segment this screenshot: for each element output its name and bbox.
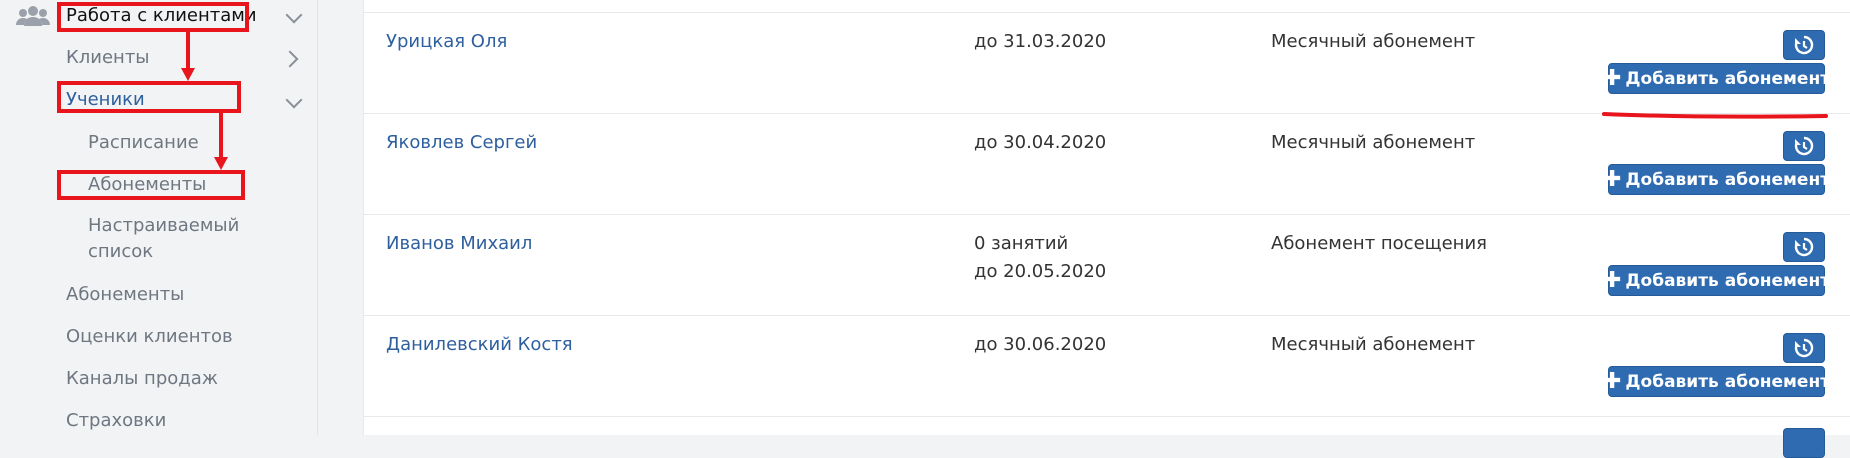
annotation-box-clients-work — [57, 2, 249, 32]
validity-line: до 30.04.2020 — [974, 132, 1107, 153]
sidebar-item-clients[interactable]: Клиенты — [66, 47, 150, 68]
annotation-box-students — [57, 81, 241, 113]
subscription-validity: до 31.03.2020 — [974, 28, 1106, 56]
table-row: Данилевский Костя до 30.06.2020 Месячный… — [364, 316, 1850, 417]
chevron-right-icon[interactable] — [281, 50, 299, 68]
add-subscription-label: Добавить абонемент — [1625, 270, 1831, 291]
annotation-box-subscriptions — [57, 170, 245, 200]
table-row: Яковлев Сергей до 30.04.2020 Месячный аб… — [364, 114, 1850, 215]
subscriptions-table: Урицкая Оля до 31.03.2020 Месячный абоне… — [363, 0, 1850, 458]
add-subscription-button[interactable]: ✚ Добавить абонемент — [1603, 63, 1830, 94]
student-name-link[interactable]: Иванов Михаил — [386, 233, 532, 254]
sidebar-item-subscriptions[interactable]: Абонементы — [66, 284, 184, 305]
add-subscription-label: Добавить абонемент — [1625, 68, 1831, 89]
validity-line: до 20.05.2020 — [974, 261, 1107, 282]
subscription-validity: до 30.06.2020 — [974, 331, 1106, 359]
subscription-type: Месячный абонемент — [1271, 31, 1476, 52]
history-button[interactable] — [1783, 131, 1825, 161]
validity-line: 0 занятий — [974, 233, 1069, 254]
student-name-link[interactable]: Урицкая Оля — [386, 31, 507, 52]
plus-icon: ✚ — [1602, 65, 1622, 91]
plus-icon: ✚ — [1602, 368, 1622, 394]
subscription-type: Абонемент посещения — [1271, 233, 1487, 254]
table-row: Урицкая Оля до 31.03.2020 Месячный абоне… — [364, 13, 1850, 114]
sidebar-item-sales-channels[interactable]: Каналы продаж — [66, 368, 218, 389]
history-button[interactable] — [1783, 333, 1825, 363]
subscription-validity: до 30.04.2020 — [974, 129, 1106, 157]
add-subscription-label: Добавить абонемент — [1625, 371, 1831, 392]
subscription-type: Месячный абонемент — [1271, 132, 1476, 153]
validity-line: до 31.03.2020 — [974, 31, 1107, 52]
subscription-validity: 0 занятий до 20.05.2020 — [974, 230, 1106, 286]
history-button[interactable] — [1783, 232, 1825, 262]
sidebar-item-insurance[interactable]: Страховки — [66, 410, 166, 431]
users-icon — [16, 6, 50, 26]
add-subscription-button[interactable]: ✚ Добавить абонемент — [1603, 164, 1830, 195]
add-subscription-button[interactable]: ✚ Добавить абонемент — [1603, 265, 1830, 296]
table-row: Иванов Михаил 0 занятий до 20.05.2020 Аб… — [364, 215, 1850, 316]
sidebar: Работа с клиентами Клиенты Ученики Распи… — [0, 0, 318, 435]
plus-icon: ✚ — [1602, 267, 1622, 293]
chevron-down-icon[interactable] — [285, 6, 303, 24]
student-name-link[interactable]: Яковлев Сергей — [386, 132, 537, 153]
sidebar-item-client-ratings[interactable]: Оценки клиентов — [66, 326, 233, 347]
sidebar-subitem-custom-list-line1[interactable]: Настраиваемый — [88, 215, 239, 236]
subscription-type: Месячный абонемент — [1271, 334, 1476, 355]
history-icon — [1794, 35, 1814, 55]
student-name-link[interactable]: Данилевский Костя — [386, 334, 573, 355]
history-icon — [1794, 237, 1814, 257]
validity-line: до 30.06.2020 — [974, 334, 1107, 355]
add-subscription-button[interactable]: ✚ Добавить абонемент — [1603, 366, 1830, 397]
chevron-down-icon[interactable] — [285, 91, 303, 109]
history-button[interactable] — [1783, 428, 1825, 458]
history-button[interactable] — [1783, 30, 1825, 60]
sidebar-subitem-schedule[interactable]: Расписание — [88, 132, 199, 153]
add-subscription-label: Добавить абонемент — [1625, 169, 1831, 190]
sidebar-subitem-custom-list-line2[interactable]: список — [88, 241, 153, 262]
history-icon — [1794, 338, 1814, 358]
plus-icon: ✚ — [1602, 166, 1622, 192]
history-icon — [1794, 136, 1814, 156]
